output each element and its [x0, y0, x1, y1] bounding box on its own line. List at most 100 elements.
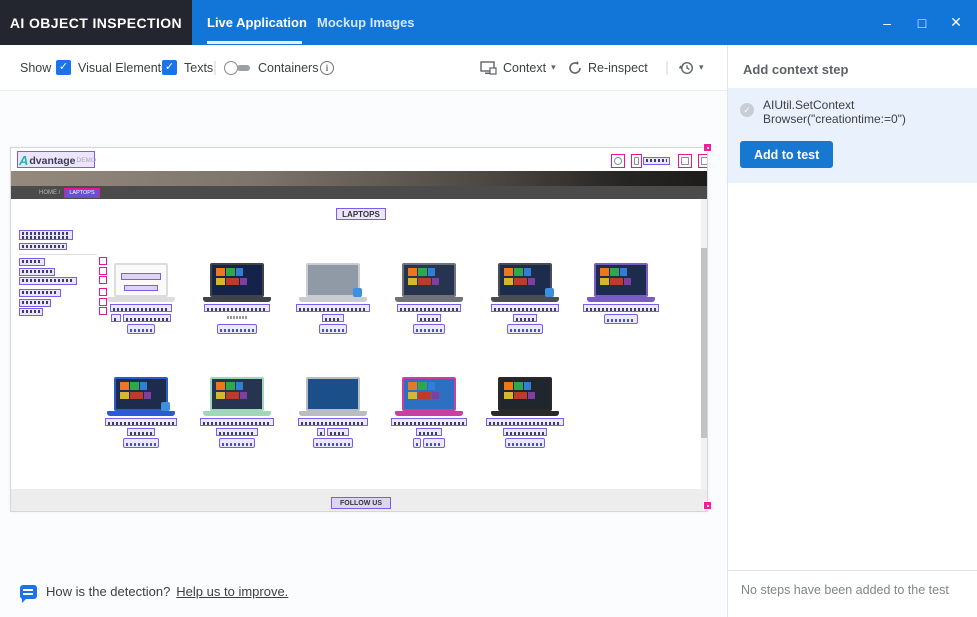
product-card[interactable] [285, 350, 381, 448]
username-box[interactable] [643, 157, 670, 165]
tab-live-application[interactable]: Live Application [207, 0, 307, 45]
product-name-box[interactable] [491, 304, 559, 312]
user-icon[interactable] [631, 154, 642, 168]
product-image [299, 350, 367, 416]
containers-info-icon[interactable]: i [320, 45, 334, 90]
product-button-box[interactable] [413, 438, 421, 448]
filter-label-box[interactable] [19, 299, 51, 307]
product-name-box[interactable] [105, 418, 177, 426]
product-button-box[interactable] [505, 438, 545, 448]
filter-label-box[interactable] [19, 258, 45, 266]
texts-checkbox[interactable]: ✓ [162, 45, 177, 90]
filter-label-box[interactable] [19, 268, 55, 276]
fuzzy-text [126, 318, 168, 321]
product-name-box[interactable] [397, 304, 461, 312]
fuzzy-text [299, 308, 367, 311]
product-price-box[interactable] [127, 428, 155, 436]
product-button-box[interactable] [507, 324, 543, 334]
breadcrumb-current[interactable]: LAPTOPS [64, 188, 99, 198]
context-button[interactable]: Context ▾ [480, 45, 556, 90]
product-button-box[interactable] [604, 314, 638, 324]
follow-us-detection[interactable]: FOLLOW US [331, 497, 391, 509]
texts-label: Texts [184, 45, 213, 90]
add-to-test-button[interactable]: Add to test [740, 141, 833, 168]
step-selected-icon[interactable]: ✓ [740, 103, 754, 117]
product-price-box[interactable] [111, 314, 121, 322]
product-card[interactable] [189, 236, 285, 334]
product-card[interactable] [477, 350, 573, 448]
product-price-box[interactable] [322, 314, 344, 322]
product-price-box[interactable] [327, 428, 349, 436]
product-card[interactable] [573, 236, 669, 334]
cart-icon[interactable] [678, 154, 692, 168]
site-scrollbar-thumb[interactable] [701, 248, 708, 438]
product-price-box[interactable] [317, 428, 325, 436]
cart-icon [681, 157, 689, 165]
history-button[interactable]: ▾ [678, 45, 704, 90]
selection-handle-bottom-right[interactable] [703, 501, 712, 510]
product-price-box[interactable] [123, 314, 171, 322]
product-button-box[interactable] [127, 324, 155, 334]
close-button[interactable]: ✕ [941, 0, 971, 45]
product-name-box[interactable] [486, 418, 564, 426]
product-button-box[interactable] [123, 438, 159, 448]
laptop-base [491, 297, 559, 302]
search-icon[interactable] [611, 154, 625, 168]
context-step-card[interactable]: ✓ AIUtil.SetContext Browser("creationtim… [728, 88, 977, 183]
product-name-box[interactable] [200, 418, 274, 426]
filter-subheader-box[interactable] [19, 243, 67, 250]
product-card[interactable] [381, 236, 477, 334]
detection-box[interactable] [124, 285, 158, 291]
product-card[interactable] [93, 236, 189, 334]
product-card[interactable] [93, 350, 189, 448]
filter-label-box[interactable] [19, 289, 61, 297]
product-name-box[interactable] [583, 304, 659, 312]
fuzzy-text [22, 260, 42, 263]
caption-line [127, 324, 155, 334]
refresh-icon [568, 61, 582, 75]
product-button-box[interactable] [423, 438, 445, 448]
filter-label-box[interactable] [19, 308, 43, 316]
product-name-box[interactable] [298, 418, 368, 426]
product-price-box[interactable] [416, 428, 442, 436]
product-button-box[interactable] [413, 324, 445, 334]
product-price-box[interactable] [513, 314, 537, 322]
inspected-app-screenshot[interactable]: A dvantage DEMO HOME / LAPTOPS LAPTOPS [10, 147, 708, 512]
product-button-box[interactable] [219, 438, 255, 448]
fuzzy-text [227, 316, 247, 319]
containers-toggle[interactable] [224, 45, 251, 90]
filter-label-box[interactable] [19, 277, 77, 285]
product-button-box[interactable] [319, 324, 347, 334]
product-button-box[interactable] [313, 438, 353, 448]
maximize-button[interactable]: □ [907, 0, 937, 45]
detection-box[interactable] [121, 273, 161, 280]
product-price-box[interactable] [216, 428, 258, 436]
reinspect-button[interactable]: Re-inspect [568, 45, 648, 90]
user-icon [634, 157, 639, 165]
product-card[interactable] [189, 350, 285, 448]
product-name-box[interactable] [204, 304, 270, 312]
product-card[interactable] [381, 350, 477, 448]
feedback-bar: How is the detection? Help us to improve… [20, 584, 288, 599]
product-name-box[interactable] [391, 418, 467, 426]
product-name-box[interactable] [296, 304, 370, 312]
selection-handle-top-right[interactable] [703, 143, 712, 152]
minimize-button[interactable]: – [872, 0, 902, 45]
filter-header-box[interactable] [19, 230, 73, 240]
breadcrumb-home[interactable]: HOME / [39, 190, 60, 196]
caption-line [204, 304, 270, 312]
product-price-box[interactable] [417, 314, 441, 322]
page-title-detection[interactable]: LAPTOPS [336, 208, 386, 220]
visual-elements-checkbox[interactable]: ✓ [56, 45, 71, 90]
laptop-base [107, 411, 175, 416]
product-card[interactable] [285, 236, 381, 334]
username-chip[interactable] [707, 158, 708, 166]
product-button-box[interactable] [217, 324, 257, 334]
product-name-box[interactable] [110, 304, 172, 312]
tab-mockup-images[interactable]: Mockup Images [317, 0, 415, 45]
caption-line [219, 438, 255, 448]
product-price-box[interactable] [503, 428, 547, 436]
product-card[interactable] [477, 236, 573, 334]
fuzzy-text [219, 432, 255, 435]
feedback-link[interactable]: Help us to improve. [176, 584, 288, 599]
